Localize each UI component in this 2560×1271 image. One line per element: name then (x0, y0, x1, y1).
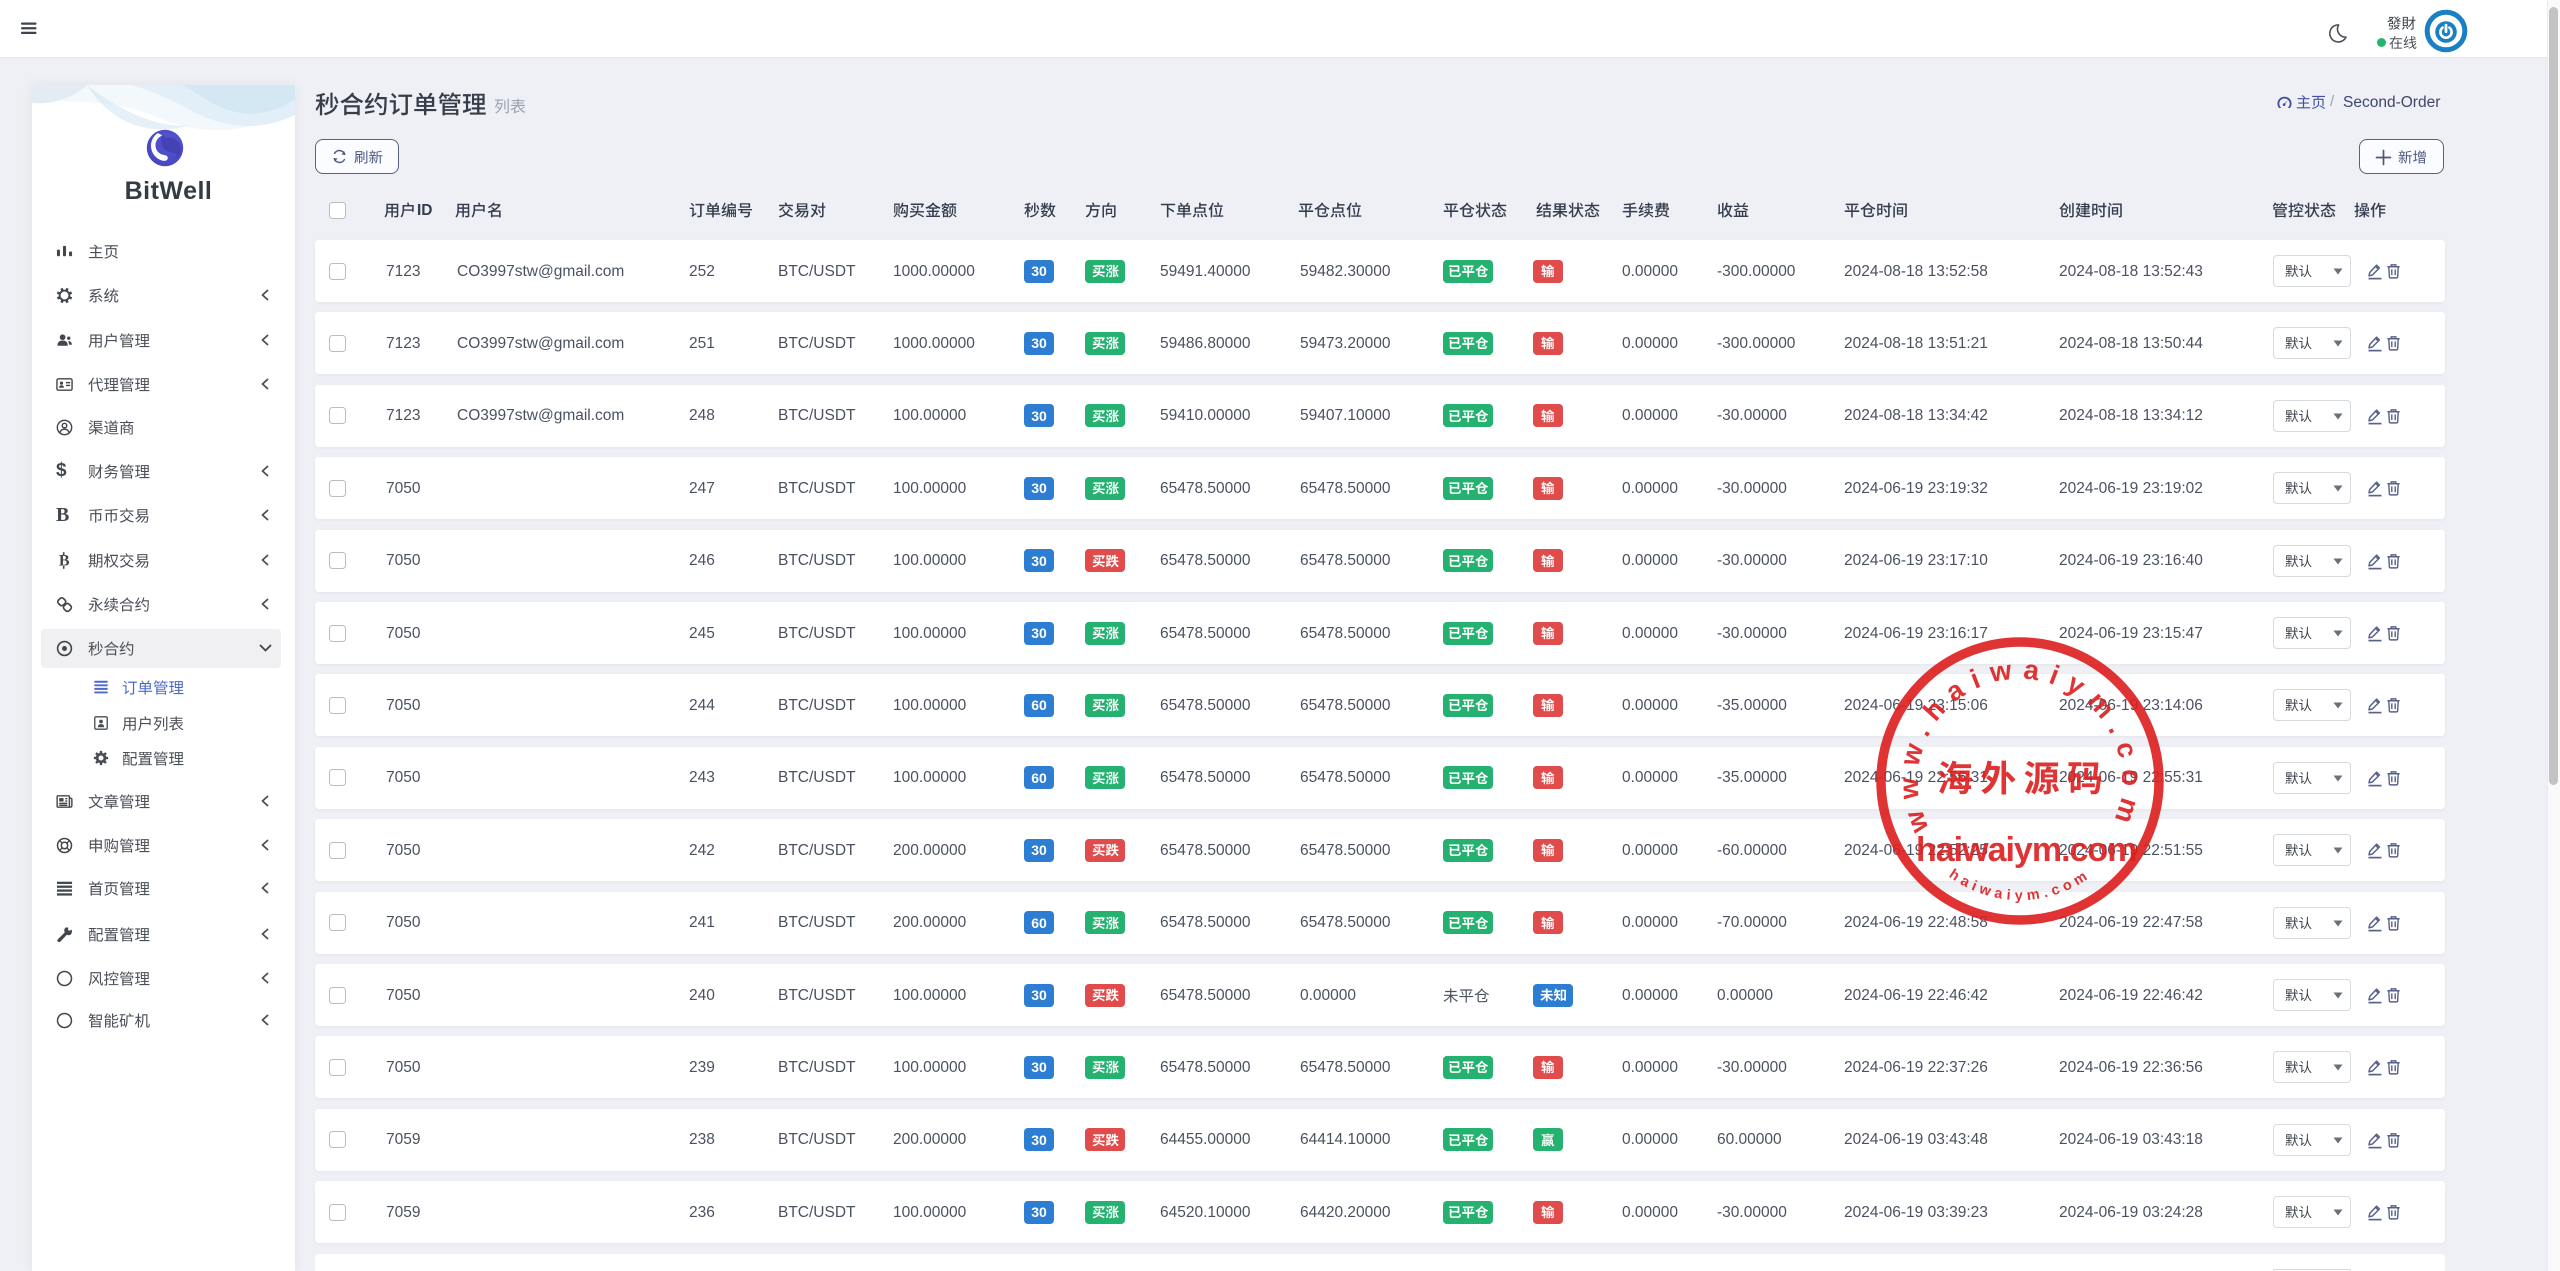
svg-text:haiwaiym.com: haiwaiym.com (1946, 866, 2094, 904)
svg-text:www.haiwaiym.com: www.haiwaiym.com (1893, 653, 2148, 838)
